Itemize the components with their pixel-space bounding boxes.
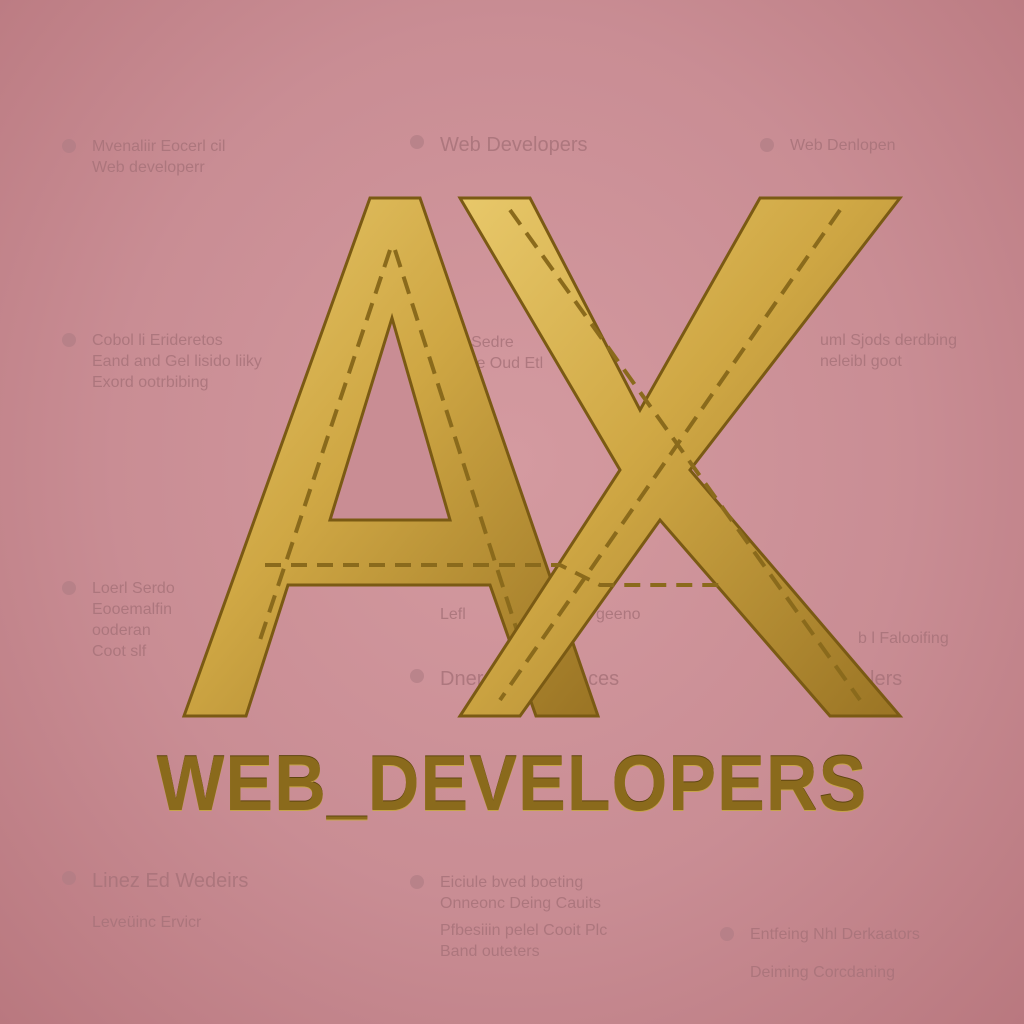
- letter-x-shape: [457, 196, 904, 718]
- brand-text: WEB_DEVELOPERS: [156, 739, 868, 827]
- ax-monogram-logo: [181, 196, 904, 718]
